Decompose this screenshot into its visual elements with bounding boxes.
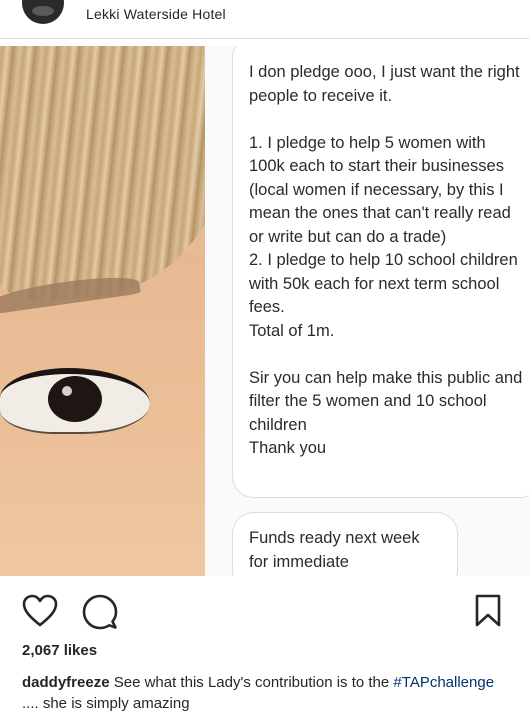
caption-hashtag[interactable]: #TAPchallenge bbox=[393, 674, 494, 691]
likes-count[interactable]: 2,067 likes bbox=[22, 642, 97, 659]
face-photo bbox=[0, 46, 205, 576]
message-pledge-2: 2. I pledge to help 10 school children w… bbox=[249, 251, 518, 316]
eye-iris bbox=[48, 376, 102, 422]
caption-text-end: .... she is simply amazing bbox=[22, 695, 190, 712]
message-bubble-2: Funds ready next week for immediate impl… bbox=[232, 512, 458, 576]
message-thanks: Thank you bbox=[249, 439, 327, 457]
message-intro: I don pledge ooo, I just want the right … bbox=[249, 63, 520, 105]
avatar[interactable] bbox=[22, 0, 64, 24]
location-link[interactable]: Lekki Waterside Hotel bbox=[86, 6, 226, 22]
action-bar bbox=[0, 576, 529, 632]
message-pledge-1: 1. I pledge to help 5 women with 100k ea… bbox=[249, 133, 511, 246]
message-funds: Funds ready next week for immediate impl… bbox=[249, 529, 420, 571]
caption-username[interactable]: daddyfreeze bbox=[22, 674, 110, 691]
hair bbox=[0, 46, 205, 305]
heart-icon[interactable] bbox=[22, 594, 58, 633]
comment-icon[interactable] bbox=[82, 594, 118, 635]
message-bubble: I don pledge ooo, I just want the right … bbox=[232, 46, 529, 498]
post-caption: daddyfreeze See what this Lady's contrib… bbox=[22, 672, 512, 714]
header-divider bbox=[0, 38, 529, 39]
message-total: Total of 1m. bbox=[249, 321, 335, 340]
post-image[interactable]: I don pledge ooo, I just want the right … bbox=[0, 46, 529, 576]
caption-text: See what this Lady's contribution is to … bbox=[113, 674, 390, 691]
post-header: Lekki Waterside Hotel bbox=[0, 0, 529, 40]
bookmark-icon[interactable] bbox=[474, 594, 502, 633]
message-request: Sir you can help make this public and fi… bbox=[249, 368, 523, 434]
